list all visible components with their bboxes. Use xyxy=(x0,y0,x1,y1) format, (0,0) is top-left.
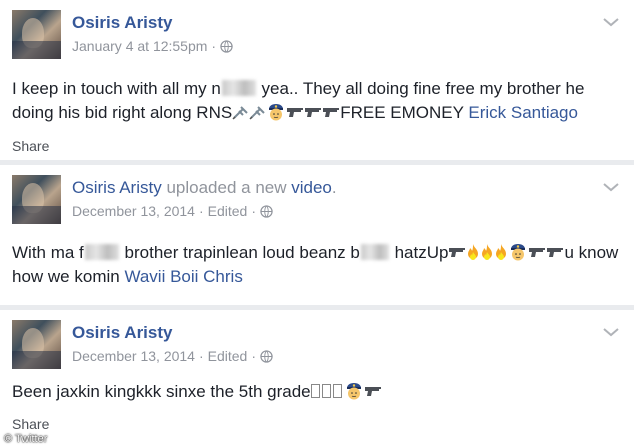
pistol-icon xyxy=(364,387,381,396)
post-card: Osiris Aristy December 13, 2014 · Edited… xyxy=(0,310,634,447)
author-line: Osiris Aristy xyxy=(72,323,594,343)
author-name[interactable]: Osiris Aristy xyxy=(72,178,162,197)
author-name[interactable]: Osiris Aristy xyxy=(72,323,172,342)
globe-icon[interactable] xyxy=(260,204,273,218)
fire-icon xyxy=(468,244,479,260)
avatar[interactable] xyxy=(12,320,61,369)
author-line: Osiris Aristy uploaded a new video. xyxy=(72,178,594,198)
pistol-icon xyxy=(323,108,340,117)
post-header: Osiris Aristy uploaded a new video. Dece… xyxy=(72,178,594,220)
post-timestamp[interactable]: January 4 at 12:55pm xyxy=(72,37,207,55)
pistol-icon xyxy=(449,248,466,257)
post-message: I keep in touch with all my n yea.. They… xyxy=(12,77,620,125)
author-name[interactable]: Osiris Aristy xyxy=(72,13,172,32)
message-text: I keep in touch with all my n xyxy=(12,79,221,98)
avatar[interactable] xyxy=(12,10,61,59)
post-meta: December 13, 2014 · Edited · xyxy=(72,202,594,220)
post-message: Been jaxkin kingkkk sinxe the 5th grade xyxy=(12,380,620,404)
chevron-down-icon[interactable] xyxy=(602,326,620,338)
police-officer-icon xyxy=(511,244,526,261)
author-line: Osiris Aristy xyxy=(72,13,594,33)
syringe-icon xyxy=(249,106,265,120)
separator-dot: · xyxy=(198,203,204,219)
fire-icon xyxy=(482,244,493,260)
syringe-icon xyxy=(232,106,248,120)
tagged-friend-link[interactable]: Wavii Boii Chris xyxy=(124,267,242,286)
share-button[interactable]: Share xyxy=(12,416,49,432)
post-message: With ma f brother trapinlean loud beanz … xyxy=(12,241,620,289)
post-timestamp[interactable]: December 13, 2014 xyxy=(72,347,195,365)
share-button[interactable]: Share xyxy=(12,138,49,154)
post-timestamp[interactable]: December 13, 2014 xyxy=(72,202,195,220)
pistol-icon xyxy=(305,108,322,117)
message-text: Been jaxkin kingkkk sinxe the 5th grade xyxy=(12,382,311,401)
separator-dot: · xyxy=(198,348,204,364)
edited-label[interactable]: Edited xyxy=(208,347,248,365)
post-action-text: uploaded a new xyxy=(161,178,292,197)
chevron-down-icon[interactable] xyxy=(602,16,620,28)
news-feed: Osiris Aristy January 4 at 12:55pm · I k… xyxy=(0,0,634,447)
missing-glyph-box xyxy=(310,384,320,398)
chevron-down-icon[interactable] xyxy=(602,181,620,193)
globe-icon[interactable] xyxy=(260,349,273,363)
post-card: Osiris Aristy January 4 at 12:55pm · I k… xyxy=(0,0,634,160)
censor-blur xyxy=(221,80,256,96)
post-meta: January 4 at 12:55pm · xyxy=(72,37,594,55)
police-officer-icon xyxy=(269,104,284,121)
source-watermark: © Twitter xyxy=(4,433,48,445)
censor-blur xyxy=(360,244,389,260)
post-header: Osiris Aristy December 13, 2014 · Edited… xyxy=(72,323,594,365)
police-officer-icon xyxy=(346,383,361,400)
post-meta: December 13, 2014 · Edited · xyxy=(72,347,594,365)
censor-blur xyxy=(84,244,119,260)
edited-label[interactable]: Edited xyxy=(208,202,248,220)
pistol-icon xyxy=(529,248,546,257)
message-text: FREE EMONEY xyxy=(340,103,464,122)
post-card: Osiris Aristy uploaded a new video. Dece… xyxy=(0,165,634,305)
separator-dot: · xyxy=(251,348,257,364)
avatar[interactable] xyxy=(12,175,61,224)
fire-icon xyxy=(496,244,507,260)
message-text: With ma f xyxy=(12,243,84,262)
post-action-period: . xyxy=(331,178,337,197)
message-text: hatzUp xyxy=(389,243,449,262)
missing-glyph-box xyxy=(321,384,331,398)
pistol-icon xyxy=(547,248,564,257)
tagged-friend-link[interactable]: Erick Santiago xyxy=(468,103,578,122)
separator-dot: · xyxy=(251,203,257,219)
video-link[interactable]: video xyxy=(291,178,332,197)
message-text: brother trapinlean loud beanz b xyxy=(119,243,360,262)
post-header: Osiris Aristy January 4 at 12:55pm · xyxy=(72,13,594,55)
separator-dot: · xyxy=(211,38,217,54)
pistol-icon xyxy=(287,108,304,117)
globe-icon[interactable] xyxy=(220,39,233,53)
missing-glyph-box xyxy=(332,384,342,398)
